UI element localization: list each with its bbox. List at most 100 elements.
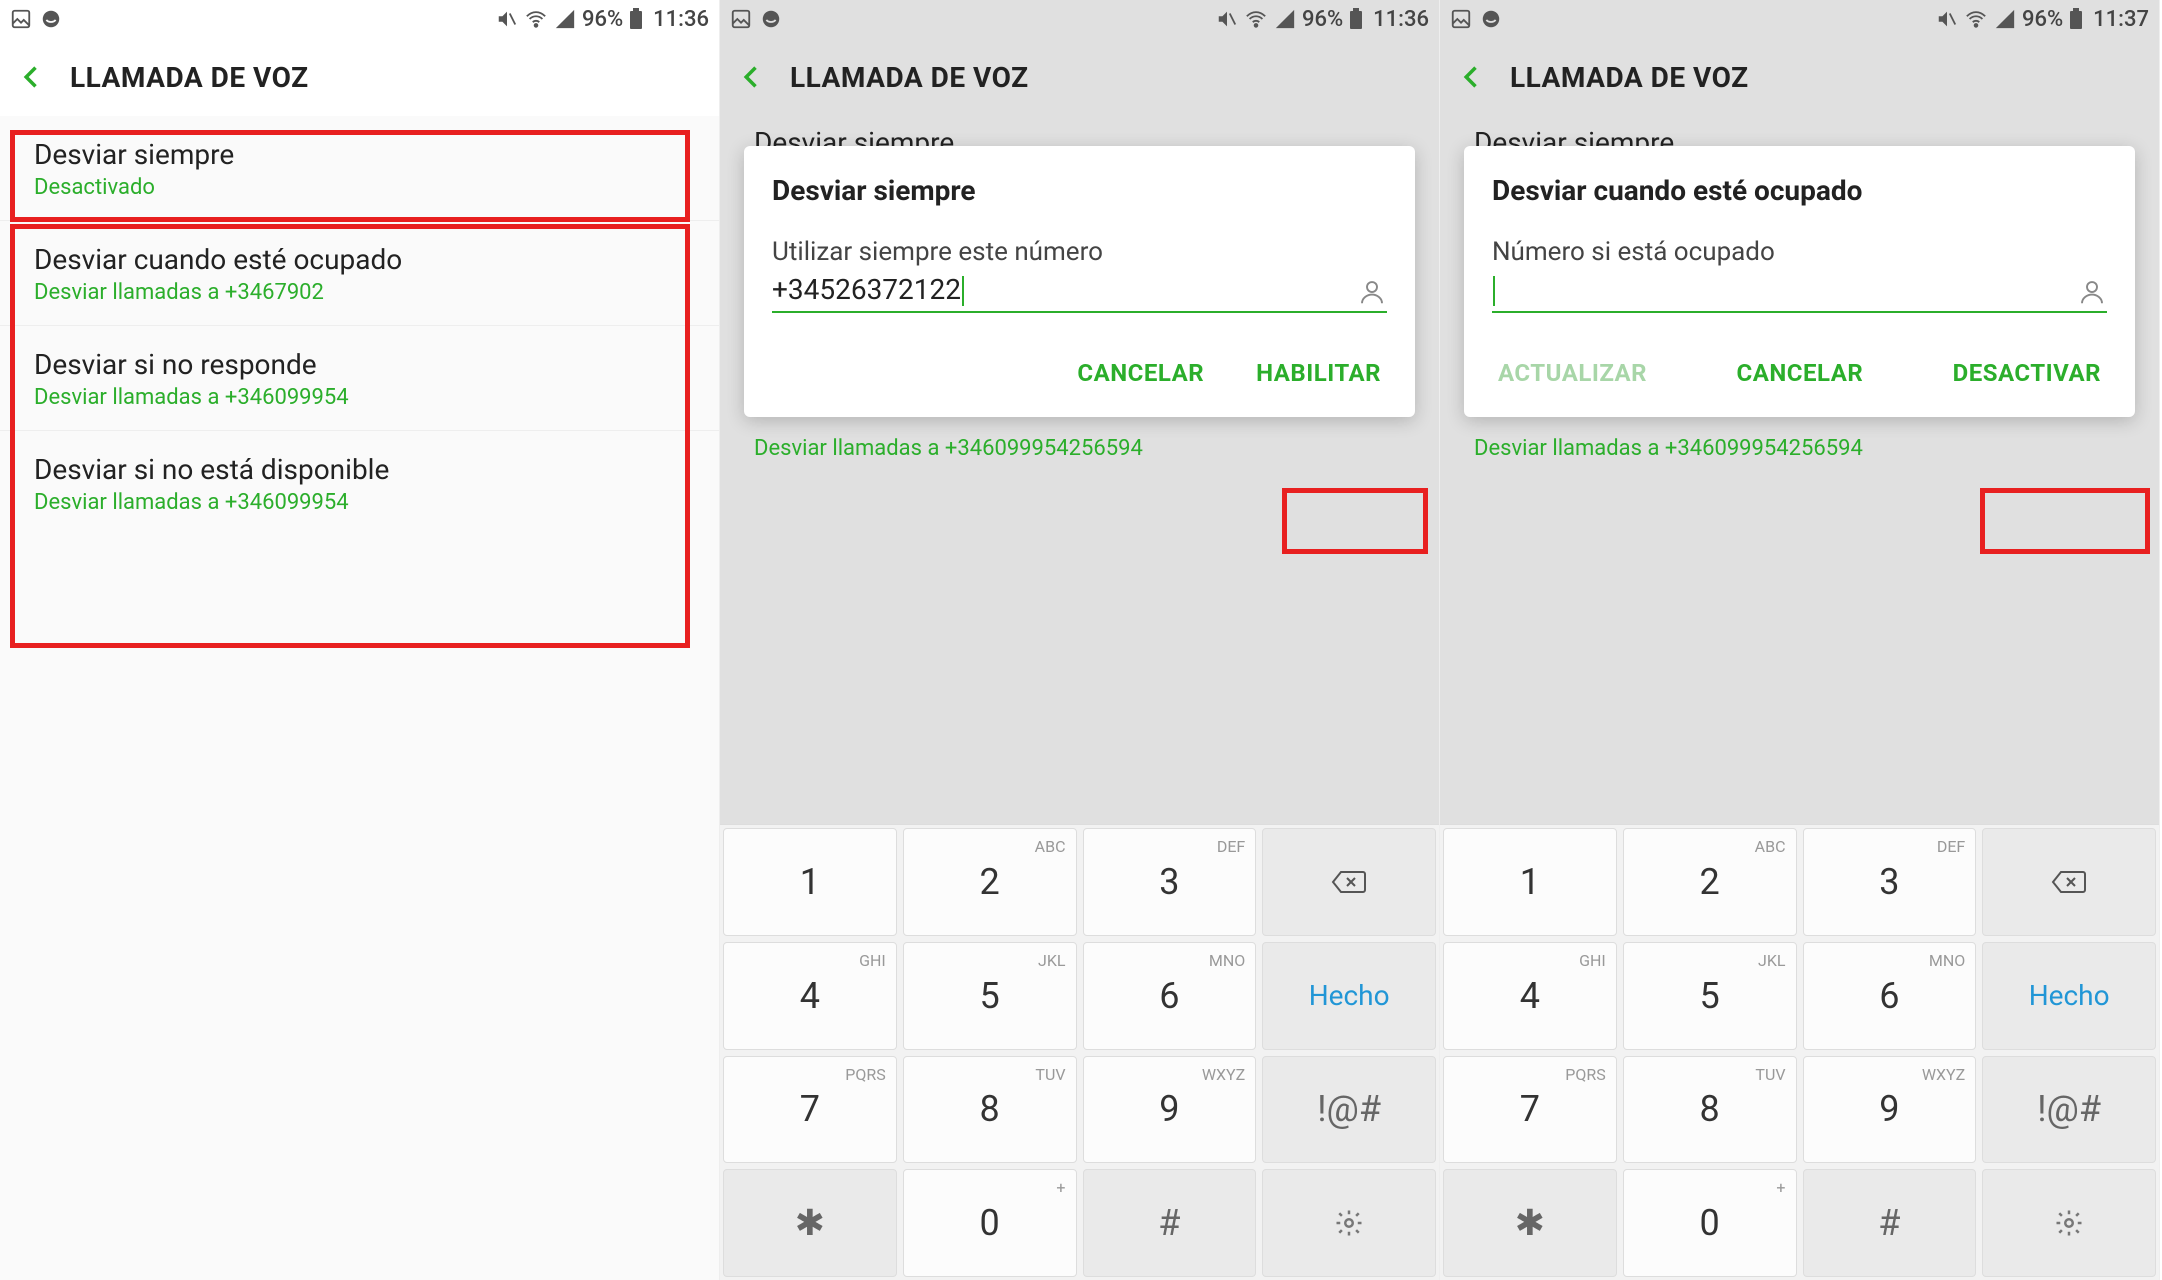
item-sub: Desviar llamadas a +346099954 (34, 385, 685, 410)
dialog-title: Desviar siempre (772, 174, 1387, 207)
key-1[interactable]: 1 (723, 828, 897, 936)
key-hash[interactable]: # (1803, 1169, 1977, 1277)
status-bar: 96% 11:36 (720, 0, 1439, 38)
key-star[interactable]: ✱ (1443, 1169, 1617, 1277)
status-bar: 96% 11:36 (0, 0, 719, 38)
item-sub: Desactivado (34, 175, 685, 200)
back-icon[interactable] (18, 63, 46, 91)
item-forward-busy[interactable]: Desviar cuando esté ocupado Desviar llam… (0, 221, 719, 326)
key-done[interactable]: Hecho (1982, 942, 2156, 1050)
signal-icon (1274, 8, 1296, 30)
text-cursor (962, 276, 964, 306)
picture-icon (1450, 8, 1472, 30)
bg-item-sub: Desviar llamadas a +346099954256594 (720, 420, 1177, 461)
picture-icon (730, 8, 752, 30)
key-3[interactable]: 3DEF (1803, 828, 1977, 936)
mute-icon (496, 8, 518, 30)
screen-settings-list: 96% 11:36 LLAMADA DE VOZ Desviar siempre… (0, 0, 720, 1280)
back-icon[interactable] (738, 63, 766, 91)
contact-picker-icon[interactable] (2077, 277, 2107, 307)
key-sym[interactable]: !@# (1982, 1056, 2156, 1164)
dialog-label: Utilizar siempre este número (772, 237, 1387, 267)
battery-text: 96% (2022, 7, 2063, 32)
battery-text: 96% (1302, 7, 1343, 32)
numeric-keyboard: 12ABC3DEF 4GHI5JKL6MNOHecho 7PQRS8TUV9WXYZ… (720, 824, 1439, 1280)
key-star[interactable]: ✱ (723, 1169, 897, 1277)
page-title: LLAMADA DE VOZ (790, 61, 1029, 94)
key-7[interactable]: 7PQRS (1443, 1056, 1617, 1164)
wifi-icon (1964, 8, 1988, 30)
key-0[interactable]: 0+ (903, 1169, 1077, 1277)
screen-enable-dialog: 96% 11:36 LLAMADA DE VOZ Desviar siempre… (720, 0, 1440, 1280)
numeric-keyboard: 12ABC3DEF 4GHI5JKL6MNOHecho 7PQRS8TUV9WXYZ… (1440, 824, 2159, 1280)
clock-text: 11:36 (1373, 7, 1429, 32)
mute-icon (1936, 8, 1958, 30)
item-title: Desviar si no está disponible (34, 453, 685, 486)
key-5[interactable]: 5JKL (1623, 942, 1797, 1050)
dialog-title: Desviar cuando esté ocupado (1492, 174, 2107, 207)
key-6[interactable]: 6MNO (1803, 942, 1977, 1050)
key-hash[interactable]: # (1083, 1169, 1257, 1277)
key-5[interactable]: 5JKL (903, 942, 1077, 1050)
key-9[interactable]: 9WXYZ (1803, 1056, 1977, 1164)
key-1[interactable]: 1 (1443, 828, 1617, 936)
app-header: LLAMADA DE VOZ (0, 38, 719, 116)
battery-icon (1349, 8, 1363, 30)
enable-button[interactable]: HABILITAR (1250, 349, 1387, 397)
back-icon[interactable] (1458, 63, 1486, 91)
key-backspace[interactable] (1982, 828, 2156, 936)
item-sub: Desviar llamadas a +346099954 (34, 490, 685, 515)
signal-icon (554, 8, 576, 30)
circle-icon (40, 8, 62, 30)
battery-icon (2069, 8, 2083, 30)
item-forward-always[interactable]: Desviar siempre Desactivado (0, 116, 719, 221)
key-sym[interactable]: !@# (1262, 1056, 1436, 1164)
key-8[interactable]: 8TUV (1623, 1056, 1797, 1164)
circle-icon (1480, 8, 1502, 30)
key-2[interactable]: 2ABC (903, 828, 1077, 936)
bg-item-sub: Desviar llamadas a +346099954256594 (1440, 420, 1897, 461)
key-8[interactable]: 8TUV (903, 1056, 1077, 1164)
key-done[interactable]: Hecho (1262, 942, 1436, 1050)
clock-text: 11:37 (2093, 7, 2149, 32)
input-value-text: +34526372122 (772, 273, 961, 306)
key-4[interactable]: 4GHI (1443, 942, 1617, 1050)
dialog-actions: CANCELAR HABILITAR (772, 349, 1387, 397)
number-input[interactable]: +34526372122 (772, 273, 1345, 307)
item-forward-unreachable[interactable]: Desviar si no está disponible Desviar ll… (0, 431, 719, 535)
text-cursor (1493, 276, 1495, 306)
forwarding-list: Desviar siempre Desactivado Desviar cuan… (0, 116, 719, 535)
key-7[interactable]: 7PQRS (723, 1056, 897, 1164)
key-backspace[interactable] (1262, 828, 1436, 936)
update-button[interactable]: ACTUALIZAR (1492, 349, 1653, 397)
key-3[interactable]: 3DEF (1083, 828, 1257, 936)
contact-picker-icon[interactable] (1357, 277, 1387, 307)
signal-icon (1994, 8, 2016, 30)
number-input[interactable] (1492, 273, 2065, 307)
dialog-label: Número si está ocupado (1492, 237, 2107, 267)
item-sub: Desviar llamadas a +3467902 (34, 280, 685, 305)
dialog-card: Desviar siempre Utilizar siempre este nú… (744, 146, 1415, 417)
page-title: LLAMADA DE VOZ (1510, 61, 1749, 94)
item-forward-noanswer[interactable]: Desviar si no responde Desviar llamadas … (0, 326, 719, 431)
wifi-icon (524, 8, 548, 30)
cancel-button[interactable]: CANCELAR (1731, 349, 1870, 397)
key-2[interactable]: 2ABC (1623, 828, 1797, 936)
key-4[interactable]: 4GHI (723, 942, 897, 1050)
cancel-button[interactable]: CANCELAR (1071, 349, 1210, 397)
key-0[interactable]: 0+ (1623, 1169, 1797, 1277)
page-title: LLAMADA DE VOZ (70, 61, 309, 94)
number-input-row[interactable]: +34526372122 (772, 273, 1387, 313)
key-6[interactable]: 6MNO (1083, 942, 1257, 1050)
key-9[interactable]: 9WXYZ (1083, 1056, 1257, 1164)
battery-icon (629, 8, 643, 30)
dialog-actions: ACTUALIZAR CANCELAR DESACTIVAR (1492, 349, 2107, 397)
battery-text: 96% (582, 7, 623, 32)
picture-icon (10, 8, 32, 30)
status-bar: 96% 11:37 (1440, 0, 2159, 38)
key-settings[interactable] (1262, 1169, 1436, 1277)
number-input-row[interactable] (1492, 273, 2107, 313)
disable-button[interactable]: DESACTIVAR (1947, 349, 2107, 397)
key-settings[interactable] (1982, 1169, 2156, 1277)
circle-icon (760, 8, 782, 30)
